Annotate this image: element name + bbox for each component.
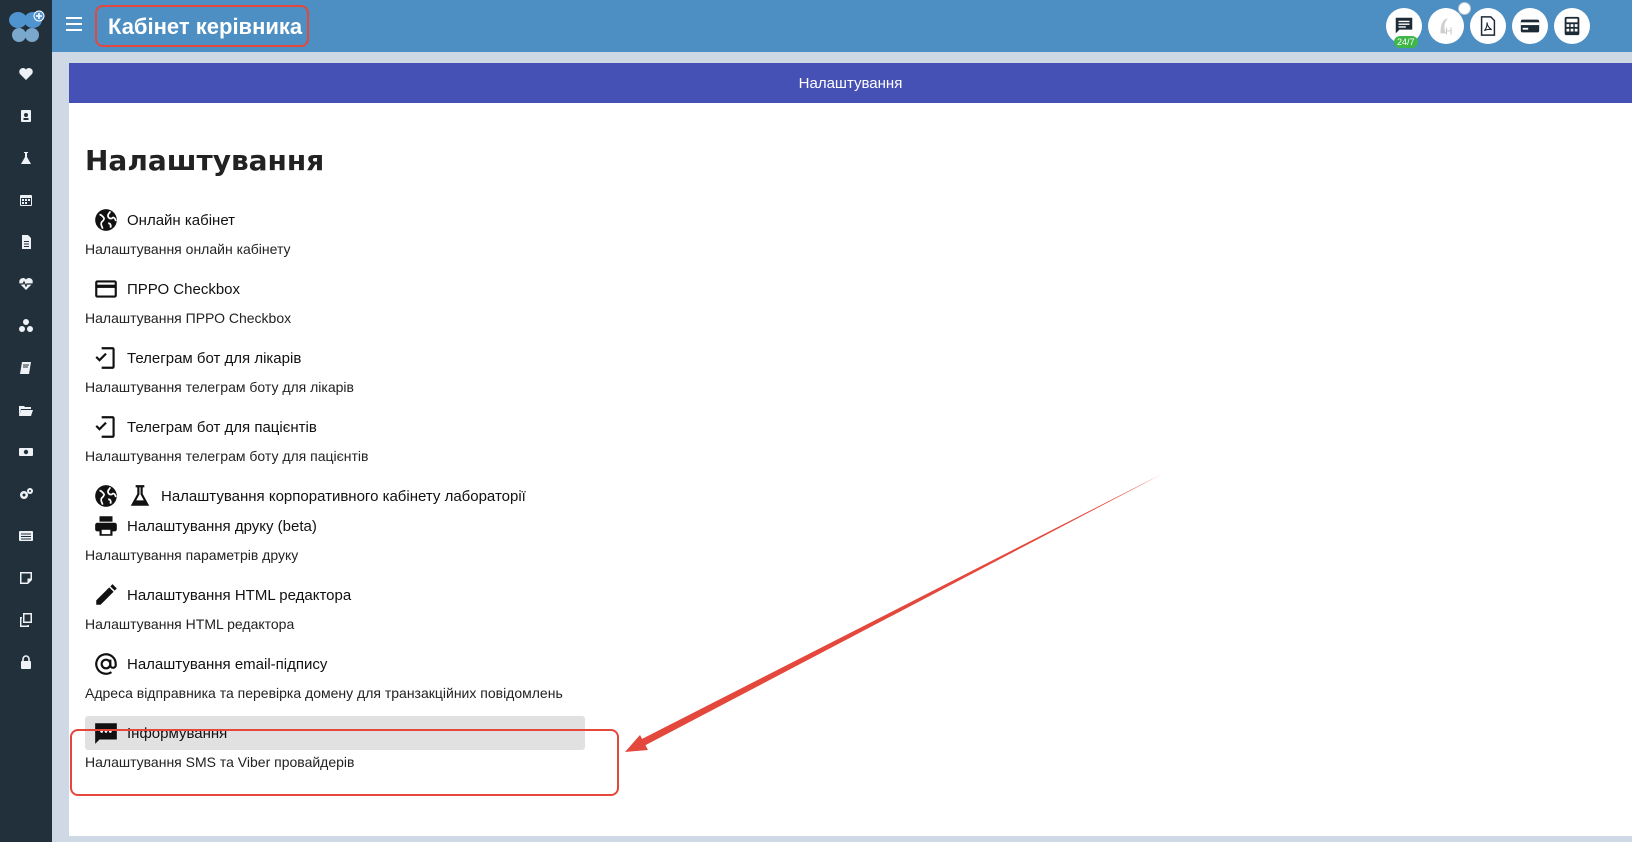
note-icon[interactable]: [16, 568, 36, 588]
sidebar: [0, 0, 52, 842]
top-header: Кабінет керівника 24/7 H: [52, 0, 1632, 52]
item-label: ПРРО Checkbox: [127, 280, 240, 298]
settings-item-email-signature[interactable]: Налаштування email-підпису: [85, 647, 327, 681]
item-description: Адреса відправника та перевірка домену д…: [85, 685, 563, 701]
item-label: Налаштування email-підпису: [127, 655, 328, 673]
flask-icon: [130, 485, 150, 506]
calendar-icon[interactable]: [16, 190, 36, 210]
phone-check-icon: [95, 347, 115, 369]
item-label: Онлайн кабінет: [127, 211, 236, 229]
settings-item-print[interactable]: Налаштування друку (beta): [85, 509, 317, 543]
app-title: Кабінет керівника: [108, 14, 303, 39]
heartbeat-icon[interactable]: [16, 274, 36, 294]
list-icon[interactable]: [16, 526, 36, 546]
h-logo-button[interactable]: H: [1428, 2, 1471, 44]
support-chat-button[interactable]: 24/7: [1386, 8, 1422, 48]
at-icon: [95, 653, 117, 675]
item-description: Налаштування онлайн кабінету: [85, 241, 291, 257]
settings-item-prro-checkbox[interactable]: ПРРО Checkbox: [85, 272, 240, 306]
settings-item-online-cabinet[interactable]: Онлайн кабінет: [85, 203, 235, 237]
book-icon[interactable]: [16, 358, 36, 378]
copy-icon[interactable]: [16, 610, 36, 630]
globe-icon: [95, 485, 117, 507]
item-description: Налаштування телеграм боту для лікарів: [85, 379, 354, 395]
item-label: Налаштування HTML редактора: [127, 586, 352, 604]
settings-panel: Налаштування Налаштування Онлайн кабінет…: [69, 63, 1632, 836]
settings-item-telegram-patients[interactable]: Телеграм бот для пацієнтів: [85, 410, 317, 444]
item-label: Налаштування друку (beta): [127, 517, 317, 535]
support-badge: 24/7: [1394, 36, 1418, 48]
printer-icon: [95, 516, 117, 536]
notification-dot: [1458, 2, 1471, 15]
calculator-button[interactable]: [1554, 8, 1590, 44]
document-icon[interactable]: [16, 232, 36, 252]
item-description: Налаштування параметрів друку: [85, 547, 299, 563]
panel-header: Налаштування: [69, 63, 1632, 103]
page-title: Налаштування: [85, 144, 325, 177]
card-icon: [1520, 19, 1540, 33]
contacts-icon[interactable]: [16, 106, 36, 126]
pencil-icon: [96, 584, 117, 605]
lock-icon[interactable]: [16, 652, 36, 672]
phone-check-icon: [95, 416, 115, 438]
item-description: Налаштування телеграм боту для пацієнтів: [85, 448, 369, 464]
hamburger-menu-icon[interactable]: [66, 17, 82, 31]
pdf-button[interactable]: [1470, 8, 1506, 44]
gears-icon[interactable]: [16, 484, 36, 504]
item-description: Налаштування ПРРО Checkbox: [85, 310, 292, 326]
globe-icon: [95, 209, 117, 231]
molecules-icon[interactable]: [16, 316, 36, 336]
credit-card-icon: [95, 280, 117, 298]
folder-icon[interactable]: [16, 400, 36, 420]
svg-text:H: H: [1445, 26, 1452, 37]
payment-button[interactable]: [1512, 8, 1548, 44]
heart-icon[interactable]: [16, 64, 36, 84]
item-label: Телеграм бот для пацієнтів: [127, 418, 317, 436]
calculator-icon: [1564, 16, 1580, 36]
item-label: Телеграм бот для лікарів: [127, 349, 302, 367]
settings-item-telegram-doctors[interactable]: Телеграм бот для лікарів: [85, 341, 301, 375]
h-logo-icon: H: [1440, 18, 1452, 37]
flask-icon[interactable]: [16, 148, 36, 168]
money-icon[interactable]: [16, 442, 36, 462]
item-label: Налаштування корпоративного кабінету лаб…: [161, 487, 526, 505]
butterfly-logo-icon[interactable]: [7, 8, 45, 46]
chat-icon: [1395, 17, 1413, 34]
settings-item-corporate-lab[interactable]: Налаштування корпоративного кабінету лаб…: [85, 479, 526, 513]
item-description: Налаштування HTML редактора: [85, 616, 295, 632]
highlight-annotation-box: [70, 729, 619, 796]
pdf-icon: [1480, 16, 1496, 36]
settings-item-html-editor[interactable]: Налаштування HTML редактора: [85, 578, 351, 612]
